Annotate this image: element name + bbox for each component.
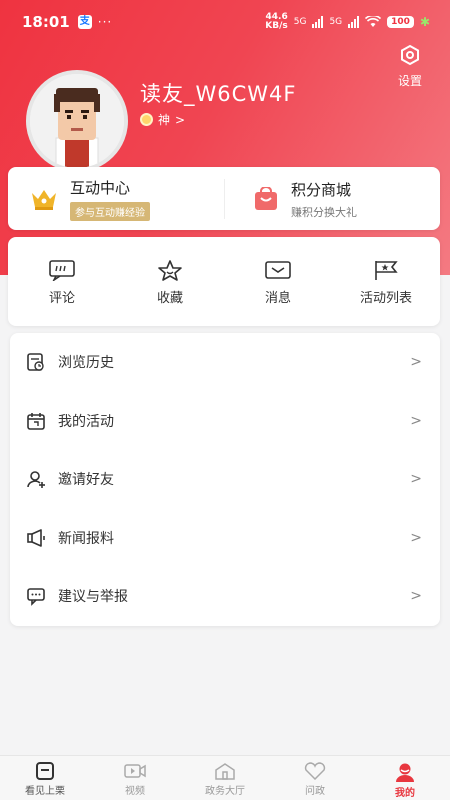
menu-item-history[interactable]: 浏览历史 >: [10, 333, 440, 392]
home-icon: [36, 762, 54, 780]
profile: [26, 70, 128, 172]
chevron-right-icon: >: [410, 471, 422, 488]
menu-label: 浏览历史: [58, 355, 114, 372]
tab-label: 我的: [395, 788, 415, 799]
menu-label: 邀请好友: [58, 472, 114, 489]
mall-subtitle: 赚积分换大礼: [291, 205, 357, 219]
interaction-tag: 参与互动赚经验: [70, 201, 150, 221]
shortcut-activities[interactable]: 活动列表: [332, 237, 440, 326]
tab-label: 看见上栗: [25, 786, 65, 797]
menu-item-feedback[interactable]: 建议与举报 >: [10, 567, 440, 626]
tab-inquiry[interactable]: 问政: [270, 756, 360, 800]
video-icon: [124, 764, 146, 778]
chevron-right-icon: >: [410, 354, 422, 371]
menu-label: 建议与举报: [58, 589, 128, 606]
interaction-center[interactable]: 互动中心 参与互动赚经验: [8, 167, 224, 230]
user-icon: [396, 763, 414, 782]
net-speed-unit: KB/s: [265, 21, 288, 31]
shortcut-label: 消息: [264, 291, 291, 306]
more-notifications-icon: ···: [97, 15, 113, 29]
tab-bar: 看见上栗 视频 政务大厅 问政 我的: [0, 755, 450, 800]
history-icon: [27, 353, 44, 372]
settings-label: 设置: [397, 74, 422, 88]
menu-label: 新闻报料: [58, 530, 114, 547]
tab-mine[interactable]: 我的: [360, 756, 450, 800]
add-user-icon: [27, 471, 45, 489]
net-type-1: 5G: [293, 17, 307, 27]
menu-list: 浏览历史 > 我的活动 > 邀请好友 > 新闻报料 > 建议与举报 >: [10, 333, 440, 626]
gear-icon: [401, 44, 419, 66]
hall-icon: [215, 763, 235, 780]
shortcut-card: 评论 收藏 消息 活动列表: [8, 237, 440, 326]
comment-icon: [49, 260, 75, 281]
avatar-image: [30, 74, 124, 168]
menu-label: 我的活动: [58, 413, 114, 430]
points-mall[interactable]: 积分商城 赚积分换大礼: [224, 179, 440, 219]
tab-label: 视频: [125, 786, 145, 797]
mail-icon: [265, 261, 291, 279]
heart-icon: [304, 762, 326, 780]
shortcut-favorites[interactable]: 收藏: [116, 237, 224, 326]
chevron-right-icon: >: [410, 529, 422, 546]
top-card: 互动中心 参与互动赚经验 积分商城 赚积分换大礼: [8, 167, 440, 230]
tab-gov-hall[interactable]: 政务大厅: [180, 756, 270, 800]
interaction-title: 互动中心: [70, 178, 131, 197]
menu-item-invite-friends[interactable]: 邀请好友 >: [10, 450, 440, 509]
tab-label: 问政: [305, 786, 325, 797]
calendar-icon: [27, 412, 45, 430]
wifi-icon: [365, 16, 382, 27]
status-time: 18:01: [22, 13, 70, 31]
shopping-bag-icon: [255, 187, 277, 210]
menu-item-news-tip[interactable]: 新闻报料 >: [10, 509, 440, 568]
megaphone-icon: [27, 528, 45, 547]
signal-icon-2: [348, 16, 360, 28]
feedback-icon: [27, 588, 45, 607]
shortcut-label: 收藏: [156, 291, 183, 306]
signal-icon: [312, 16, 324, 28]
chevron-right-icon: >: [175, 112, 186, 127]
battery-indicator: 100: [387, 16, 414, 28]
chevron-right-icon: >: [410, 412, 422, 429]
shortcut-label: 活动列表: [359, 291, 412, 306]
status-bar: 18:01 支 ··· 44.6 KB/s 5G 5G 100 ✱: [0, 0, 450, 44]
user-level[interactable]: 神 >: [140, 111, 185, 128]
net-speed: 44.6 KB/s: [265, 13, 287, 31]
net-type-2: 5G: [329, 17, 343, 27]
shortcut-messages[interactable]: 消息: [224, 237, 332, 326]
crown-icon: [32, 189, 56, 210]
tab-label: 政务大厅: [205, 786, 245, 797]
alipay-icon: 支: [77, 15, 92, 29]
star-icon: [158, 260, 182, 281]
flag-icon: [375, 261, 398, 280]
mall-title: 积分商城: [291, 180, 352, 199]
avatar[interactable]: [26, 70, 128, 172]
tab-home[interactable]: 看见上栗: [0, 756, 90, 800]
chevron-right-icon: >: [410, 588, 422, 605]
shortcut-label: 评论: [48, 291, 75, 306]
charging-icon: ✱: [419, 15, 430, 29]
settings-button[interactable]: 设置: [390, 44, 430, 89]
tab-video[interactable]: 视频: [90, 756, 180, 800]
menu-item-my-activities[interactable]: 我的活动 >: [10, 392, 440, 451]
shortcut-comment[interactable]: 评论: [8, 237, 116, 326]
level-label: 神: [158, 113, 171, 127]
level-icon: [140, 113, 153, 126]
username: 读友_W6CW4F: [140, 82, 297, 106]
